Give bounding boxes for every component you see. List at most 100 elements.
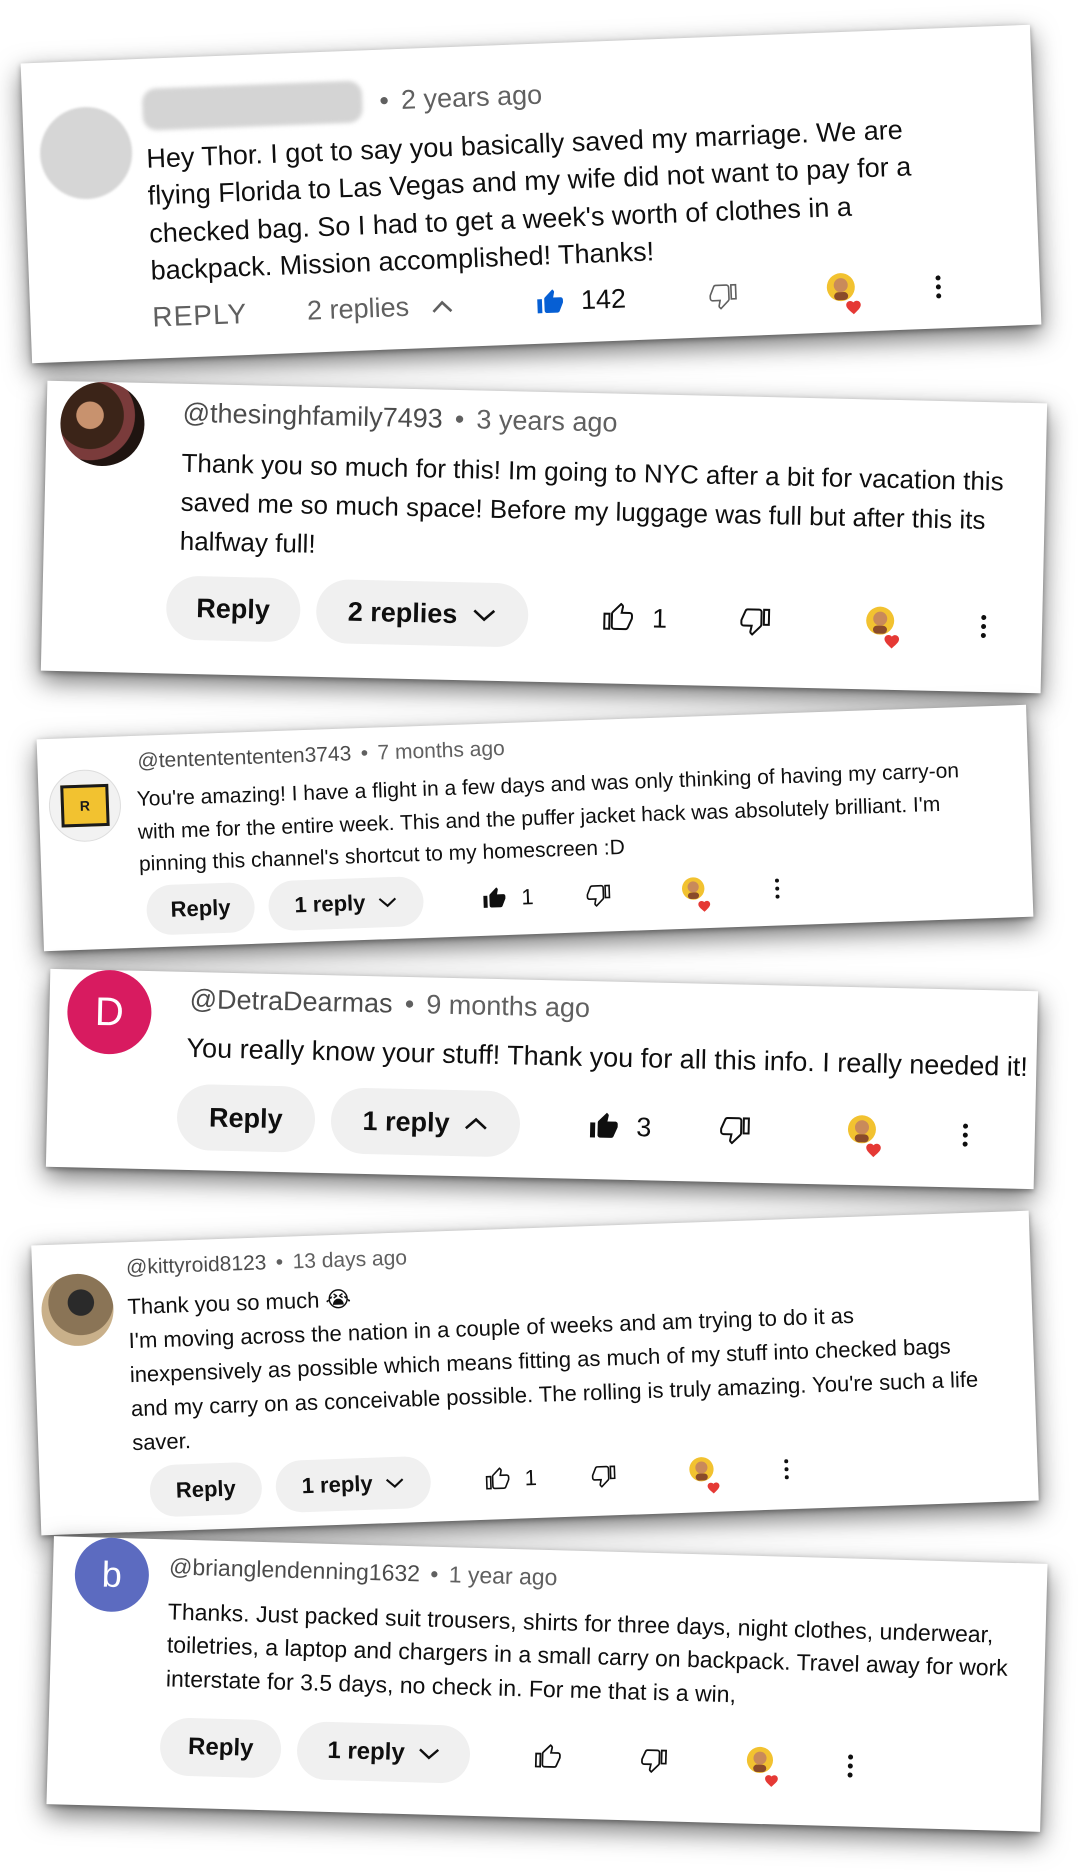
- reply-button[interactable]: REPLY: [152, 297, 248, 333]
- avatar[interactable]: b: [73, 1536, 150, 1613]
- reply-button[interactable]: Reply: [165, 575, 301, 643]
- redacted-username: [141, 80, 364, 131]
- thumbs-up-icon[interactable]: [534, 287, 565, 316]
- username[interactable]: @DetraDearmas: [189, 984, 393, 1019]
- avatar[interactable]: [40, 1272, 115, 1348]
- heart-icon: [866, 1143, 882, 1157]
- thumbs-up-icon[interactable]: [481, 886, 508, 911]
- creator-heart: [825, 272, 861, 315]
- heart-icon: [765, 1774, 778, 1787]
- avatar[interactable]: D: [66, 969, 153, 1056]
- chevron-down-icon: [473, 608, 496, 621]
- chevron-down-icon: [385, 1478, 404, 1488]
- thumbs-down-icon[interactable]: [590, 1463, 617, 1488]
- creator-heart: [865, 605, 900, 648]
- username[interactable]: @tententententen3743: [137, 742, 352, 772]
- creator-avatar-icon: [866, 606, 895, 635]
- comment-text: Hey Thor. I got to say you basically sav…: [145, 114, 912, 286]
- creator-heart: [681, 876, 711, 912]
- avatar[interactable]: R: [47, 768, 123, 843]
- comment-text: Thank you so much 😭 I'm moving across th…: [127, 1286, 979, 1456]
- avatar-logo: R: [60, 783, 110, 828]
- replies-toggle[interactable]: 2 replies: [315, 578, 529, 648]
- comment-actions: Reply 1 reply: [159, 1717, 854, 1794]
- comment-card: @thesinghfamily7493 • 3 years ago Thank yo…: [40, 380, 1048, 694]
- like-count: 142: [580, 283, 627, 316]
- avatar[interactable]: [38, 105, 134, 201]
- replies-toggle[interactable]: 2 replies: [306, 290, 453, 327]
- chevron-down-icon: [419, 1748, 439, 1760]
- username[interactable]: @brianglendenning1632: [169, 1553, 421, 1586]
- heart-icon: [884, 634, 900, 648]
- timestamp: 1 year ago: [448, 1561, 558, 1591]
- thumbs-down-icon[interactable]: [639, 1747, 668, 1774]
- like-count: 3: [636, 1111, 652, 1142]
- comment-text: You really know your stuff! Thank you fo…: [186, 1032, 1029, 1083]
- comment-card: @kittyroid8123 • 13 days ago Thank you so …: [31, 1210, 1039, 1536]
- comment-text: Thank you so much for this! Im going to …: [179, 447, 1004, 559]
- comment-actions: Reply 1 reply 3: [176, 1083, 969, 1168]
- thumbs-up-icon[interactable]: [602, 602, 635, 633]
- like-count: 1: [524, 1465, 538, 1491]
- comment-meta: @kittyroid8123 • 13 days ago: [125, 1246, 408, 1280]
- thumbs-down-icon[interactable]: [585, 882, 612, 908]
- comment-meta: @tententententen3743 • 7 months ago: [137, 737, 506, 773]
- reply-button[interactable]: Reply: [176, 1083, 316, 1153]
- thumbs-up-icon[interactable]: [484, 1467, 511, 1492]
- thumbs-up-icon[interactable]: [588, 1111, 621, 1142]
- comment-actions: Reply 2 replies 1: [165, 575, 987, 658]
- like-count: 1: [651, 602, 668, 634]
- more-vert-icon[interactable]: [935, 275, 942, 299]
- heart-icon: [707, 1482, 720, 1494]
- reply-button[interactable]: Reply: [159, 1717, 283, 1779]
- comment-text: You're amazing! I have a flight in a few…: [136, 759, 960, 876]
- avatar[interactable]: [59, 381, 146, 467]
- more-vert-icon[interactable]: [784, 1459, 790, 1480]
- creator-avatar-icon: [682, 877, 705, 900]
- username[interactable]: @thesinghfamily7493: [182, 398, 443, 434]
- reply-button[interactable]: Reply: [145, 881, 256, 936]
- creator-avatar-icon: [746, 1746, 773, 1773]
- replies-toggle[interactable]: 1 reply: [296, 1721, 471, 1784]
- timestamp: 9 months ago: [426, 989, 591, 1024]
- creator-heart: [847, 1113, 882, 1157]
- username[interactable]: @kittyroid8123: [126, 1251, 267, 1279]
- comment-card: D @DetraDearmas • 9 months ago You really …: [45, 968, 1039, 1190]
- comment-meta: @brianglendenning1632 • 1 year ago: [168, 1553, 558, 1591]
- thumbs-down-icon[interactable]: [739, 605, 772, 636]
- timestamp: 7 months ago: [377, 737, 506, 765]
- comment-meta: @DetraDearmas • 9 months ago: [189, 983, 591, 1024]
- comment-meta: • 2 years ago: [378, 79, 543, 116]
- thumbs-up-icon[interactable]: [534, 1743, 563, 1771]
- more-vert-icon[interactable]: [775, 878, 780, 899]
- avatar-letter: b: [101, 1553, 123, 1596]
- more-vert-icon[interactable]: [980, 614, 987, 638]
- more-vert-icon[interactable]: [847, 1753, 854, 1778]
- thumbs-down-icon[interactable]: [707, 281, 738, 310]
- creator-avatar-icon: [689, 1457, 714, 1482]
- chevron-up-icon: [465, 1117, 488, 1130]
- replies-toggle[interactable]: 1 reply: [267, 875, 425, 932]
- replies-toggle[interactable]: 1 reply: [274, 1455, 432, 1514]
- like-count: 1: [520, 884, 535, 910]
- comment-meta: @thesinghfamily7493 • 3 years ago: [182, 397, 618, 438]
- comment-card: R @tententententen3743 • 7 months ago You'…: [36, 704, 1034, 952]
- chevron-up-icon: [432, 300, 453, 313]
- creator-avatar-icon: [848, 1114, 877, 1143]
- thumbs-down-icon[interactable]: [719, 1114, 752, 1145]
- timestamp: 13 days ago: [292, 1246, 408, 1274]
- heart-icon: [698, 900, 711, 912]
- creator-heart: [745, 1745, 778, 1787]
- timestamp: 3 years ago: [476, 404, 618, 438]
- comment-card: b @brianglendenning1632 • 1 year ago Thank…: [46, 1536, 1048, 1832]
- chevron-down-icon: [378, 897, 397, 908]
- reply-button[interactable]: Reply: [148, 1461, 263, 1518]
- more-vert-icon[interactable]: [963, 1123, 969, 1147]
- comment-card: • 2 years ago Hey Thor. I got to say you …: [20, 24, 1042, 364]
- comment-text: Thanks. Just packed suit trousers, shirt…: [165, 1598, 1009, 1707]
- creator-heart: [688, 1456, 720, 1494]
- timestamp: 2 years ago: [400, 79, 543, 115]
- replies-toggle[interactable]: 1 reply: [329, 1087, 522, 1158]
- avatar-letter: D: [94, 989, 125, 1034]
- heart-icon: [846, 300, 861, 315]
